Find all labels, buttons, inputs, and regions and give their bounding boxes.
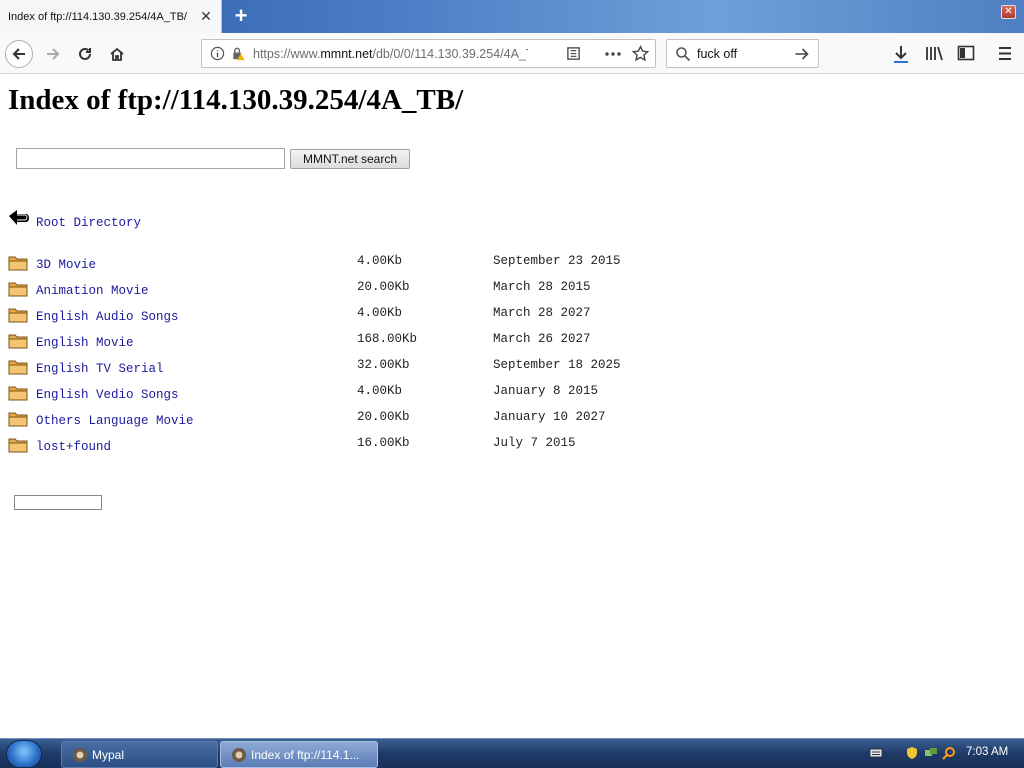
keyboard-tray-icon[interactable] (869, 746, 883, 760)
folder-icon[interactable] (8, 280, 28, 302)
window-close-button[interactable]: ✕ (1001, 5, 1016, 19)
folder-size: 168.00Kb (357, 332, 418, 346)
reader-view-icon[interactable] (566, 46, 581, 61)
tab-close-icon[interactable]: ✕ (198, 8, 214, 24)
url-bar[interactable]: https://www.mmnt.net/db/0/0/114.130.39.2… (201, 39, 656, 68)
site-search-button[interactable]: MMNT.net search (290, 149, 410, 169)
folder-date: March 26 2027 (493, 332, 591, 346)
new-tab-button[interactable]: + (230, 4, 252, 28)
folder-link[interactable]: Animation Movie (36, 284, 149, 298)
taskbar-item-label: Index of ftp://114.1... (251, 747, 360, 762)
list-item: Others Language Movie 20.00Kb January 10 2… (0, 410, 700, 436)
folder-icon[interactable] (8, 436, 28, 458)
folder-size: 4.00Kb (357, 306, 403, 320)
home-icon (110, 47, 124, 61)
mypal-app-icon (232, 748, 246, 762)
search-bar-value: fuck off (697, 47, 738, 61)
folder-link[interactable]: English Vedio Songs (36, 388, 179, 402)
info-icon[interactable] (210, 46, 225, 61)
lock-warning-icon[interactable] (230, 46, 246, 61)
list-item: English TV Serial 32.00Kb September 18 202… (0, 358, 700, 384)
folder-date: March 28 2027 (493, 306, 591, 320)
taskbar: Mypal Index of ftp://114.1... 7:03 AM (0, 738, 1024, 768)
hamburger-menu-icon[interactable] (997, 46, 1013, 61)
start-button[interactable] (6, 740, 42, 768)
list-item: Animation Movie 20.00Kb March 28 2015 (0, 280, 700, 306)
forward-button[interactable] (39, 40, 67, 68)
folder-size: 4.00Kb (357, 254, 403, 268)
folder-size: 16.00Kb (357, 436, 410, 450)
downloads-icon[interactable] (892, 44, 910, 64)
folder-date: March 28 2015 (493, 280, 591, 294)
navigation-toolbar: https://www.mmnt.net/db/0/0/114.130.39.2… (0, 33, 1024, 74)
back-hand-icon[interactable] (8, 207, 30, 227)
list-item: English Audio Songs 4.00Kb March 28 2027 (0, 306, 700, 332)
folder-icon[interactable] (8, 384, 28, 406)
root-directory-link[interactable]: Root Directory (36, 216, 141, 230)
folder-link[interactable]: English Movie (36, 336, 134, 350)
hit-counter-image (14, 495, 102, 510)
search-icon (676, 47, 691, 62)
folder-date: January 10 2027 (493, 410, 606, 424)
tab-title: Index of ftp://114.130.39.254/4A_TB/ (8, 11, 187, 23)
folder-link[interactable]: English Audio Songs (36, 310, 179, 324)
home-button[interactable] (103, 40, 131, 68)
url-prefix: https://www. (253, 47, 321, 61)
title-bar: Index of ftp://114.130.39.254/4A_TB/ ✕ +… (0, 0, 1024, 34)
folder-date: July 7 2015 (493, 436, 576, 450)
list-item: English Movie 168.00Kb March 26 2027 (0, 332, 700, 358)
folder-icon[interactable] (8, 358, 28, 380)
search-go-arrow-icon[interactable] (794, 46, 811, 62)
folder-size: 32.00Kb (357, 358, 410, 372)
bookmark-star-icon[interactable] (632, 45, 649, 62)
taskbar-clock: 7:03 AM (966, 746, 1009, 758)
reload-button[interactable] (71, 40, 99, 68)
list-item: 3D Movie 4.00Kb September 23 2015 (0, 254, 700, 280)
folder-icon[interactable] (8, 332, 28, 354)
url-path: /db/0/0/114.130.39.254/4A_TB/ (372, 47, 529, 61)
taskbar-item-mypal[interactable]: Mypal (61, 741, 218, 768)
folder-icon[interactable] (8, 254, 28, 276)
url-text: https://www.mmnt.net/db/0/0/114.130.39.2… (253, 47, 528, 61)
list-item: English Vedio Songs 4.00Kb January 8 2015 (0, 384, 700, 410)
search-bar[interactable]: fuck off (666, 39, 819, 68)
folder-link[interactable]: lost+found (36, 440, 111, 454)
page-title: Index of ftp://114.130.39.254/4A_TB/ (8, 84, 464, 116)
folder-date: September 18 2025 (493, 358, 621, 372)
folder-link[interactable]: English TV Serial (36, 362, 164, 376)
folder-icon[interactable] (8, 410, 28, 432)
list-item: lost+found 16.00Kb July 7 2015 (0, 436, 700, 462)
folder-size: 20.00Kb (357, 410, 410, 424)
library-icon[interactable] (925, 45, 944, 62)
mypal-app-icon (73, 748, 87, 762)
folder-date: September 23 2015 (493, 254, 621, 268)
reload-icon (79, 47, 91, 60)
folder-link[interactable]: Others Language Movie (36, 414, 194, 428)
security-shield-icon[interactable] (905, 746, 919, 760)
folder-size: 20.00Kb (357, 280, 410, 294)
folder-size: 4.00Kb (357, 384, 403, 398)
taskbar-item-browser-window[interactable]: Index of ftp://114.1... (220, 741, 378, 768)
folder-icon[interactable] (8, 306, 28, 328)
search-tray-icon[interactable] (942, 746, 956, 760)
tab-active[interactable]: Index of ftp://114.130.39.254/4A_TB/ ✕ (0, 0, 222, 34)
site-search-input[interactable] (16, 148, 285, 169)
network-tray-icon[interactable] (924, 746, 938, 760)
back-button[interactable] (5, 40, 33, 68)
folder-link[interactable]: 3D Movie (36, 258, 96, 272)
folder-date: January 8 2015 (493, 384, 599, 398)
url-host: mmnt.net (320, 47, 373, 61)
page-actions-icon[interactable] (604, 47, 622, 61)
taskbar-item-label: Mypal (92, 747, 125, 762)
back-arrow-icon (12, 48, 25, 60)
forward-arrow-icon (47, 48, 60, 60)
sidebar-icon[interactable] (957, 45, 975, 62)
